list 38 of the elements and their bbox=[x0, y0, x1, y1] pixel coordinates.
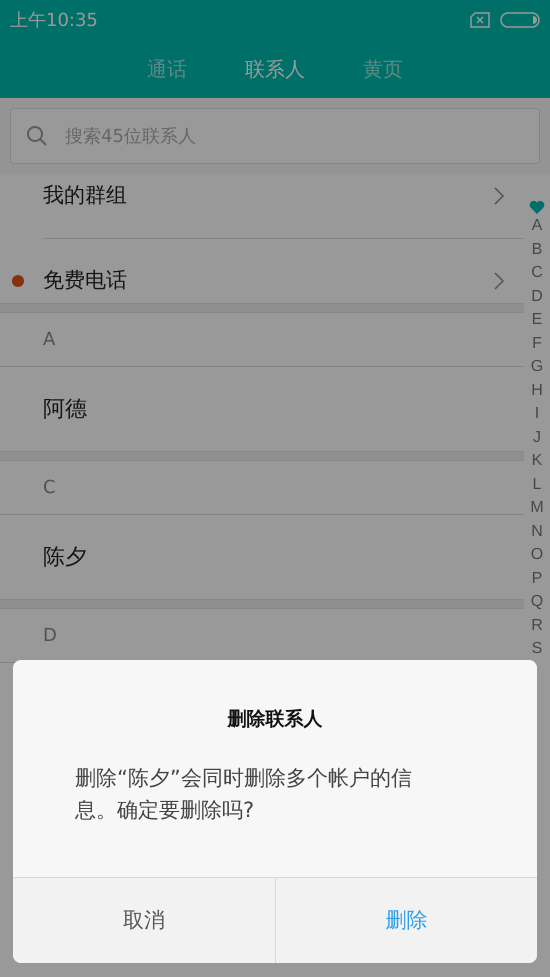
index-letter[interactable]: G bbox=[530, 355, 544, 378]
contact-name[interactable]: 陈夕 bbox=[43, 540, 87, 574]
section-header: C bbox=[43, 476, 56, 500]
index-letter[interactable]: M bbox=[530, 496, 544, 520]
delete-button[interactable]: 删除 bbox=[274, 878, 537, 963]
battery-icon bbox=[500, 12, 540, 28]
index-letter[interactable]: S bbox=[532, 637, 542, 660]
index-letter[interactable]: H bbox=[531, 378, 543, 402]
index-letter[interactable]: C bbox=[531, 261, 543, 284]
index-letter[interactable]: O bbox=[530, 543, 544, 566]
index-letter[interactable]: P bbox=[532, 566, 542, 590]
index-letter[interactable]: K bbox=[532, 449, 542, 472]
chevron-icon bbox=[494, 187, 504, 205]
dialog-title: 删除联系人 bbox=[228, 707, 322, 732]
index-letter[interactable]: J bbox=[533, 426, 541, 449]
index-letter[interactable]: N bbox=[531, 520, 543, 543]
list-item[interactable]: 我的群组 bbox=[43, 180, 127, 212]
index-letter[interactable]: B bbox=[532, 238, 542, 261]
sim-icon bbox=[470, 12, 490, 28]
index-letter[interactable]: D bbox=[531, 284, 543, 308]
index-letter[interactable]: L bbox=[532, 472, 542, 496]
index-letter[interactable]: I bbox=[534, 402, 540, 426]
dialog-message: 删除“陈夕”会同时删除多个帐户的信息。确定要删除吗? bbox=[74, 764, 413, 824]
search-icon bbox=[26, 125, 48, 147]
cancel-button[interactable]: 取消 bbox=[13, 878, 274, 963]
list-item[interactable]: 免费电话 bbox=[43, 265, 127, 297]
index-letter[interactable]: F bbox=[532, 332, 542, 355]
index-letter[interactable]: E bbox=[532, 308, 542, 332]
contact-name[interactable]: 阿德 bbox=[43, 392, 87, 426]
index-letter[interactable]: A bbox=[532, 214, 542, 238]
tab[interactable]: 联系人 bbox=[245, 54, 305, 84]
index-letter[interactable]: R bbox=[531, 614, 543, 637]
status-time: 上午10:35 bbox=[10, 8, 98, 32]
index-letter[interactable]: Q bbox=[530, 590, 544, 614]
section-header: D bbox=[43, 624, 57, 648]
heart-icon bbox=[529, 200, 545, 214]
chevron-icon bbox=[494, 272, 504, 290]
section-header: A bbox=[43, 328, 56, 352]
